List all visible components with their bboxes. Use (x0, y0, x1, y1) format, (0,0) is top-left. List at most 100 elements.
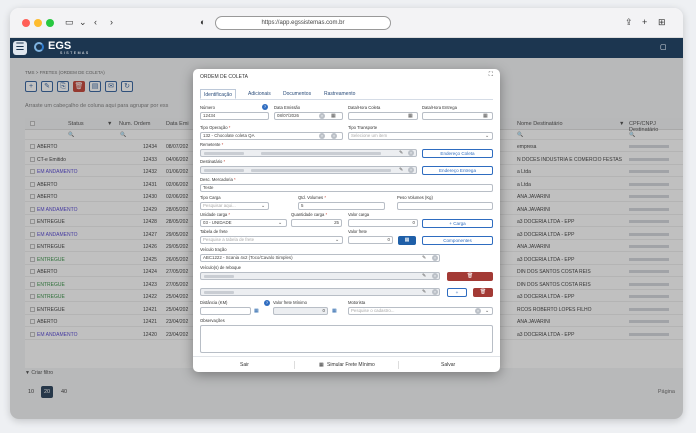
chevron-down-icon: ⌄ (261, 203, 266, 209)
calendar-icon[interactable]: ▦ (483, 113, 488, 119)
simulate-button[interactable]: Simular Frete Mínimo (327, 362, 375, 368)
add-carga-button[interactable]: + Carga (422, 219, 493, 228)
valor-carga-input[interactable]: 0 (348, 219, 418, 227)
valor-frete-minimo-input[interactable]: 0 (273, 307, 328, 315)
expand-icon[interactable]: ⛶ (489, 72, 493, 79)
shield-icon[interactable]: ◐ (200, 17, 205, 27)
calendar-icon[interactable]: ▦ (331, 113, 336, 119)
edit-icon[interactable]: ✎ (422, 289, 426, 295)
motorista-label: Motorista (348, 300, 366, 305)
calculator-button[interactable]: ▦ (398, 236, 416, 245)
veiculo-tracao-label: Veículo tração (200, 247, 227, 252)
distancia-label: Distância (KM) (200, 300, 228, 305)
clear-icon[interactable]: × (319, 133, 325, 139)
remove-reboque-button[interactable]: 🗑 (473, 288, 493, 297)
calculator-icon[interactable]: ▦ (254, 308, 259, 314)
app-logo: EGS SISTEMAS (48, 40, 90, 55)
clear-icon[interactable]: × (475, 308, 481, 314)
tab-adicionais[interactable]: Adicionais (245, 89, 274, 99)
redacted-text (204, 291, 234, 294)
tipo-operacao-label-text: Tipo Operação (200, 125, 228, 130)
maximize-window-button[interactable] (46, 19, 54, 27)
data-emissao-label: Data Emissão (274, 105, 301, 110)
edit-icon[interactable]: ✎ (399, 167, 403, 173)
exit-button[interactable]: Sair (240, 362, 249, 368)
quantidade-carga-input[interactable]: 25 (291, 219, 342, 227)
desc-mercadoria-label-text: Desc. Mercadoria (200, 177, 233, 182)
clear-icon[interactable]: × (432, 273, 438, 279)
calendar-icon[interactable]: ▦ (408, 113, 413, 119)
tipo-carga-select[interactable]: Pesquisar aqui... (200, 202, 269, 210)
divider (294, 361, 295, 369)
destinatario-input[interactable] (200, 166, 417, 174)
tab-identificacao[interactable]: Identificação (200, 89, 237, 99)
address-bar[interactable]: https://app.egssistemas.com.br (215, 16, 391, 30)
edit-icon[interactable]: ✎ (422, 273, 426, 279)
app-header: ☰ EGS SISTEMAS ▢ (10, 38, 683, 58)
modal-title: ORDEM DE COLETA (200, 74, 248, 80)
hamburger-menu-button[interactable]: ☰ (13, 41, 27, 55)
qtd-volumes-input[interactable]: 5 (298, 202, 385, 210)
share-icon[interactable]: ⇪ (625, 17, 633, 27)
edit-icon[interactable]: ✎ (422, 255, 426, 261)
simulate-icon[interactable]: ▦ (319, 362, 324, 368)
clear-icon[interactable]: × (432, 255, 438, 261)
back-arrow-icon[interactable]: ‹ (94, 17, 97, 27)
reboque-input-2[interactable] (200, 288, 440, 296)
peso-volumes-label: Peso Volumes (Kg) (397, 195, 433, 200)
clear-icon[interactable]: × (319, 113, 325, 119)
info-icon[interactable]: ? (262, 104, 268, 110)
motorista-select[interactable]: Pesquise o cadastro... (348, 307, 493, 315)
clear-icon[interactable]: × (432, 289, 438, 295)
veiculo-tracao-select[interactable]: ABC1222 - Scania 4x2 (Toco/Cavalo Simple… (200, 254, 440, 262)
distancia-input[interactable] (200, 307, 251, 315)
veiculos-reboque-label: Veículo(s) de reboque (200, 265, 241, 270)
divider (398, 361, 399, 369)
clear-icon[interactable]: × (331, 133, 337, 139)
redacted-text (204, 169, 244, 172)
tabela-frete-select[interactable]: Pesquise a tabela de frete (200, 236, 343, 244)
unidade-carga-label: Unidade carga * (200, 212, 231, 217)
reboque-input-1[interactable] (200, 272, 440, 280)
clear-icon[interactable]: × (408, 167, 414, 173)
numero-input[interactable]: 12434 (200, 112, 269, 120)
valor-frete-minimo-label: Valor frete Mínimo (273, 300, 307, 305)
chevron-down-icon: ⌄ (485, 133, 490, 139)
chevron-down-icon: ⌄ (335, 237, 340, 243)
tipo-transporte-select[interactable]: Selecione um item (348, 132, 493, 140)
tab-documentos[interactable]: Documentos (280, 89, 314, 99)
dropdown-chevron-icon[interactable]: ⌄ (79, 17, 87, 27)
remetente-label: Remetente * (200, 142, 224, 147)
window-icon[interactable]: ▢ (660, 43, 667, 53)
peso-volumes-input[interactable] (397, 202, 493, 210)
info-icon[interactable]: ? (264, 300, 270, 306)
new-tab-icon[interactable]: + (642, 17, 647, 27)
unidade-carga-label-text: Unidade carga (200, 212, 228, 217)
endereco-coleta-button[interactable]: Endereço Coleta (422, 149, 493, 158)
unidade-carga-select[interactable]: 03 - UNIDADE (200, 219, 287, 227)
save-button[interactable]: Salvar (441, 362, 455, 368)
tab-rastreamento[interactable]: Rastreamento (321, 89, 358, 99)
forward-arrow-icon[interactable]: › (110, 17, 113, 27)
quantidade-carga-label: Quantidade carga * (291, 212, 328, 217)
componentes-button[interactable]: Componentes (422, 236, 493, 245)
observacoes-textarea[interactable] (200, 325, 493, 353)
valor-frete-input[interactable]: 0 (348, 236, 393, 244)
redacted-text (261, 152, 381, 155)
sidebar-toggle-icon[interactable]: ▭ (65, 17, 74, 27)
destinatario-label: Destinatário * (200, 159, 226, 164)
calculator-icon[interactable]: ▦ (332, 308, 337, 314)
add-reboque-button[interactable]: + (447, 288, 467, 297)
close-window-button[interactable] (22, 19, 30, 27)
tab-overview-icon[interactable]: ⊞ (658, 17, 666, 27)
minimize-window-button[interactable] (34, 19, 42, 27)
modal-footer: Sair ▦ Simular Frete Mínimo Salvar (193, 356, 500, 372)
edit-icon[interactable]: ✎ (399, 150, 403, 156)
endereco-entrega-button[interactable]: Endereço Entrega (422, 166, 493, 175)
chevron-down-icon: ⌄ (278, 220, 283, 226)
desc-mercadoria-input[interactable]: Teste (200, 184, 493, 192)
quantidade-carga-label-text: Quantidade carga (291, 212, 325, 217)
remetente-input[interactable] (200, 149, 417, 157)
clear-icon[interactable]: × (408, 150, 414, 156)
remove-reboque-button[interactable]: 🗑 (447, 272, 493, 281)
